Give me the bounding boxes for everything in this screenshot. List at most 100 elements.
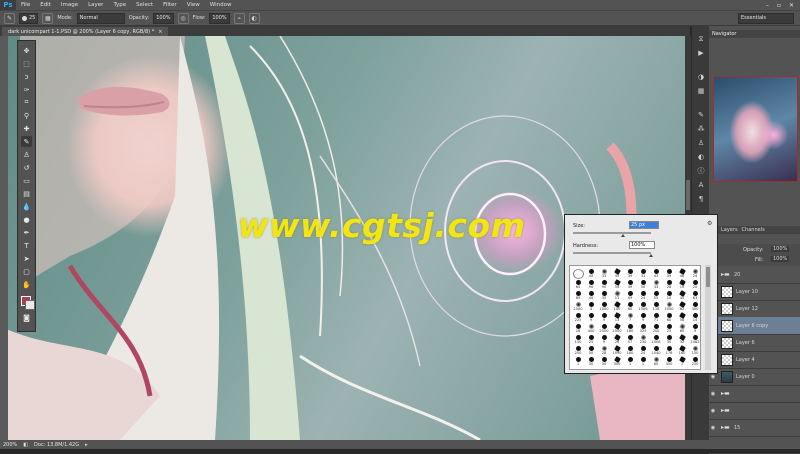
brush-preset[interactable]: 1 (624, 356, 636, 367)
brush-preset[interactable]: 1090 (611, 345, 623, 356)
brush-preset[interactable]: 2500 (572, 301, 584, 312)
brush-preset[interactable]: 55 (650, 290, 662, 301)
character-panel-icon[interactable]: A (696, 180, 706, 190)
actions-panel-icon[interactable]: ▶ (696, 48, 706, 58)
brush-preset[interactable]: 180 (624, 323, 636, 334)
brush-preset[interactable]: 1040 (650, 345, 662, 356)
size-input[interactable]: 25 px (629, 221, 659, 229)
menu-window[interactable]: Window (205, 2, 237, 8)
brush-preset[interactable]: 100 (611, 301, 623, 312)
brush-preset[interactable]: 30 (585, 356, 597, 367)
brush-preset[interactable]: 9 (689, 323, 701, 334)
layer-row[interactable]: ◉Layer 6 copy (709, 317, 800, 335)
menu-image[interactable]: Image (56, 2, 83, 8)
hardness-input[interactable]: 100% (629, 241, 655, 249)
brush-preset[interactable]: 30 (598, 356, 610, 367)
brush-preset[interactable]: 60 (624, 301, 636, 312)
brush-preset[interactable]: 24 (637, 345, 649, 356)
menu-select[interactable]: Select (131, 2, 158, 8)
layer-row[interactable]: ◉Layer 6 (709, 334, 800, 352)
brush-preset[interactable]: 1506 (637, 301, 649, 312)
picker-settings-icon[interactable]: ⚙ (707, 220, 712, 227)
hand-tool-icon[interactable]: ✋ (21, 279, 32, 290)
tab-layers[interactable]: Layers (721, 227, 738, 233)
menu-edit[interactable]: Edit (35, 2, 56, 8)
brush-preset[interactable]: 45 (585, 268, 597, 279)
brush-tool-icon[interactable]: ✎ (4, 12, 15, 24)
brush-preset[interactable]: 30 (663, 334, 675, 345)
marquee-tool-icon[interactable]: ⬚ (21, 58, 32, 69)
brush-preset[interactable]: 11 (611, 290, 623, 301)
brush-preset[interactable]: 1 (676, 356, 688, 367)
brush-preset[interactable]: 16 (572, 323, 584, 334)
brush-panel-icon[interactable]: ✎ (696, 110, 706, 120)
brush-preset[interactable]: 32 (676, 334, 688, 345)
brush-preset[interactable]: 14 (689, 312, 701, 323)
visibility-eye-icon[interactable]: ◉ (709, 425, 717, 431)
adjustments-panel-icon[interactable]: ◐ (696, 152, 706, 162)
brush-preset[interactable]: 176 (663, 345, 675, 356)
brush-preset[interactable]: 50 (585, 345, 597, 356)
clone-stamp-tool-icon[interactable]: ♙ (21, 149, 32, 160)
brush-preset[interactable]: 7 (624, 312, 636, 323)
hardness-slider-knob[interactable] (649, 254, 653, 257)
gradient-tool-icon[interactable]: ▤ (21, 188, 32, 199)
brush-preset[interactable]: 49 (624, 290, 636, 301)
brush-preset[interactable]: 9 (598, 334, 610, 345)
brush-preset[interactable]: 150 (689, 345, 701, 356)
shape-tool-icon[interactable]: ▢ (21, 266, 32, 277)
preset-scrollbar-thumb[interactable] (706, 267, 710, 287)
brush-tool-icon[interactable]: ✎ (21, 136, 32, 147)
pressure-opacity-icon[interactable]: ◎ (177, 12, 189, 24)
brush-preset[interactable]: 150 (572, 334, 584, 345)
layer-row[interactable]: ◉▸▬20 (709, 266, 800, 284)
lasso-tool-icon[interactable]: ↄ (21, 71, 32, 82)
brush-preset[interactable]: 63 (689, 290, 701, 301)
brush-preset[interactable]: 25 (663, 323, 675, 334)
document-tab[interactable]: dark unicornpart 1-1.PSD @ 200% (Layer 6… (2, 27, 169, 36)
zoom-level[interactable]: 200% (3, 442, 17, 448)
brush-preset[interactable]: 4 (585, 301, 597, 312)
brush-preset[interactable]: 118 (650, 301, 662, 312)
brush-preset[interactable]: 1006 (650, 334, 662, 345)
quick-mask-icon[interactable]: ◙ (21, 312, 32, 323)
brush-preset[interactable]: 60 (663, 312, 675, 323)
minimize-button[interactable]: – (766, 2, 769, 9)
brush-preset[interactable]: 43 (650, 268, 662, 279)
menu-type[interactable]: Type (108, 2, 131, 8)
brush-preset[interactable]: 1 (572, 356, 584, 367)
brush-preset[interactable]: 24 (637, 290, 649, 301)
brush-preset[interactable]: 31 (637, 268, 649, 279)
dodge-tool-icon[interactable]: ● (21, 214, 32, 225)
brush-preset[interactable]: 13 (611, 312, 623, 323)
info-panel-icon[interactable]: ⓘ (696, 166, 706, 176)
brush-preset[interactable] (572, 268, 584, 279)
brush-preset[interactable]: 20 (689, 279, 701, 290)
brush-preset[interactable]: 160 (624, 345, 636, 356)
brush-preset[interactable]: 26 (611, 334, 623, 345)
eraser-tool-icon[interactable]: ▭ (21, 175, 32, 186)
brush-preset[interactable]: 39 (663, 268, 675, 279)
brush-preset[interactable]: 10 (663, 290, 675, 301)
visibility-eye-icon[interactable]: ◉ (709, 391, 717, 397)
brush-preset[interactable]: 65 (572, 279, 584, 290)
brush-preset[interactable]: 1050 (663, 301, 675, 312)
brush-preset[interactable]: 400 (689, 301, 701, 312)
opacity-input[interactable]: 100% (153, 12, 174, 24)
brush-preset[interactable]: 69 (572, 290, 584, 301)
visibility-eye-icon[interactable]: ◉ (709, 408, 717, 414)
brush-preset[interactable]: 400 (585, 323, 597, 334)
brush-preset[interactable]: 57 (624, 334, 636, 345)
brush-preset[interactable]: 39 (624, 268, 636, 279)
menu-layer[interactable]: Layer (83, 2, 108, 8)
type-tool-icon[interactable]: T (21, 240, 32, 251)
brush-preset[interactable]: 24 (689, 268, 701, 279)
layer-row[interactable]: ◉Layer 4 (709, 351, 800, 369)
navigator-thumbnail[interactable] (713, 76, 798, 182)
healing-tool-icon[interactable]: ✚ (21, 123, 32, 134)
brush-preset[interactable]: 90 (585, 279, 597, 290)
crop-tool-icon[interactable]: ⌗ (21, 97, 32, 108)
brush-preset[interactable]: 60 (676, 323, 688, 334)
brush-preset[interactable]: 300 (611, 356, 623, 367)
brush-preset[interactable]: 9 (637, 312, 649, 323)
